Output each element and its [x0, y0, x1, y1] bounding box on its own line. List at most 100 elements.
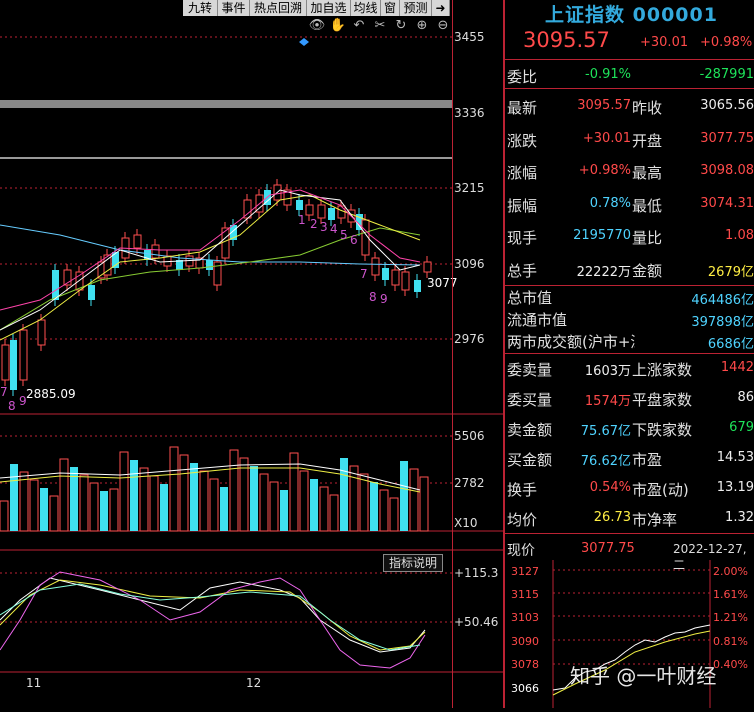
lower-value: 14.53	[716, 450, 754, 465]
volume-bar	[89, 482, 99, 532]
axis-divider	[452, 0, 453, 708]
volume-bar	[119, 451, 129, 532]
lower-label: 委卖量	[507, 361, 553, 379]
tb-window[interactable]: 窗	[381, 0, 400, 16]
tb-jiuzhuan[interactable]: 九转	[183, 0, 218, 16]
tb-exit-icon[interactable]: ➜	[432, 0, 450, 16]
lower-value: 1.32	[725, 510, 754, 525]
mini-right-2: 1.21%	[713, 611, 748, 624]
seq-5: 5	[340, 228, 348, 242]
indicator-help-button[interactable]: 指标说明	[383, 554, 443, 572]
quote-row: 总手 22222万 金额 2679亿	[505, 253, 754, 285]
lower-value: 1574万	[584, 394, 631, 409]
scissors-icon[interactable]: ✂	[371, 18, 389, 33]
date-11: 11	[26, 676, 42, 690]
volume-bar	[400, 461, 408, 531]
volume-bar	[389, 497, 399, 532]
lower-value: 679	[729, 420, 754, 435]
pivot-left-7: 7	[0, 385, 8, 399]
lower-row: 委卖量 1603万 上涨家数 1442	[505, 355, 754, 387]
hand-icon[interactable]: ✋	[329, 18, 347, 33]
undo-icon[interactable]: ↶	[350, 18, 368, 33]
cycle-icon[interactable]: ↻	[392, 18, 410, 33]
volume-bar	[409, 468, 419, 532]
quote-label: 现手	[507, 229, 538, 247]
candle-body	[305, 204, 314, 216]
lower-row: 买金额 76.62亿 市盈 14.53	[505, 445, 754, 477]
candle-body	[206, 260, 213, 270]
lower-row: 换手 0.54% 市盈(动) 13.19	[505, 475, 754, 507]
quote-value: 3077.75	[700, 130, 754, 146]
mini-left-2: 3103	[511, 611, 539, 624]
volume-bar	[209, 478, 219, 532]
lower-value: 1603万	[584, 364, 631, 379]
vol-axis-1: 2782	[454, 476, 485, 490]
volume-bar	[0, 500, 9, 532]
eye-icon[interactable]: 👁	[308, 18, 326, 33]
mini-left-1: 3115	[511, 588, 539, 601]
header-change-pct: +0.98%	[700, 35, 753, 50]
quote-label: 金额	[632, 261, 663, 280]
quote-panel: 上证指数 000001 3095.57 +30.01 +0.98% 委比 -0.…	[503, 0, 754, 708]
candle-body	[133, 234, 142, 249]
lower-value: 86	[737, 390, 754, 405]
quote-row: 涨跌 +30.01 开盘 3077.75	[505, 123, 754, 155]
zoom-out-icon[interactable]: ⊖	[434, 18, 452, 33]
kline-panel[interactable]: 九转 事件 热点回溯 加自选 均线 窗 预测 ➜ 👁 ✋ ↶ ✂ ↻ ⊕ ⊖ 3…	[0, 0, 503, 708]
gray-bar	[0, 100, 452, 108]
quote-value: +30.01	[582, 130, 631, 146]
tb-hot-review[interactable]: 热点回溯	[250, 0, 307, 16]
lower-label: 上涨家数	[632, 361, 693, 379]
mini-left-4: 3078	[511, 658, 539, 671]
kline-svg[interactable]	[0, 0, 503, 708]
candle-body	[382, 268, 389, 280]
price-axis-4: 2976	[454, 332, 485, 346]
seq-6: 6	[350, 233, 358, 247]
lower-row: 卖金额 75.67亿 下跌家数 679	[505, 415, 754, 447]
volume-bar	[149, 475, 159, 532]
seq-8: 8	[369, 290, 377, 304]
volume-bar	[419, 476, 429, 532]
candle-body	[391, 269, 400, 286]
volume-bar	[359, 473, 369, 532]
mini-right-3: 0.81%	[713, 635, 748, 648]
volume-bar	[100, 491, 108, 531]
volume-bar	[329, 494, 339, 532]
lower-label: 换手	[507, 481, 538, 499]
price-axis-0: 3455	[454, 30, 485, 44]
volume-bar	[250, 466, 258, 531]
candle-body	[401, 271, 410, 291]
cap-value: 397898亿	[635, 311, 754, 330]
seq-3: 3	[320, 220, 328, 234]
zoom-in-icon[interactable]: ⊕	[413, 18, 431, 33]
tb-events[interactable]: 事件	[218, 0, 250, 16]
volume-bar	[139, 467, 149, 532]
volume-bar	[229, 449, 239, 532]
lower-label: 均价	[507, 511, 538, 529]
tb-predict[interactable]: 预测	[400, 0, 432, 16]
tb-ma[interactable]: 均线	[351, 0, 381, 16]
lower-row: 委买量 1574万 平盘家数 86	[505, 385, 754, 417]
candle-body	[19, 329, 28, 381]
candles	[1, 179, 432, 396]
volume-bar	[349, 465, 359, 532]
price-axis-3: 3096	[454, 257, 485, 271]
event-marker[interactable]	[299, 38, 309, 46]
weibi-label: 委比	[507, 68, 538, 86]
lower-label: 买金额	[507, 451, 553, 469]
cap-value: 6686亿	[635, 333, 754, 352]
candle-body	[371, 257, 380, 276]
mini-left-5: 3066	[511, 682, 539, 695]
quote-value: 3074.31	[700, 195, 754, 211]
pivot-left-8: 8	[8, 399, 16, 413]
quote-value: +0.98%	[578, 163, 631, 178]
volume-bar	[319, 486, 329, 532]
volume-bar	[109, 488, 119, 532]
mini-left-0: 3127	[511, 565, 539, 578]
mini-label: 现价	[507, 543, 535, 559]
volume-bar	[130, 460, 138, 531]
tb-add-watch[interactable]: 加自选	[307, 0, 351, 16]
mini-right-4: 0.40%	[713, 658, 748, 671]
mini-price: 3077.75	[581, 541, 635, 556]
seq-2: 2	[310, 217, 318, 231]
